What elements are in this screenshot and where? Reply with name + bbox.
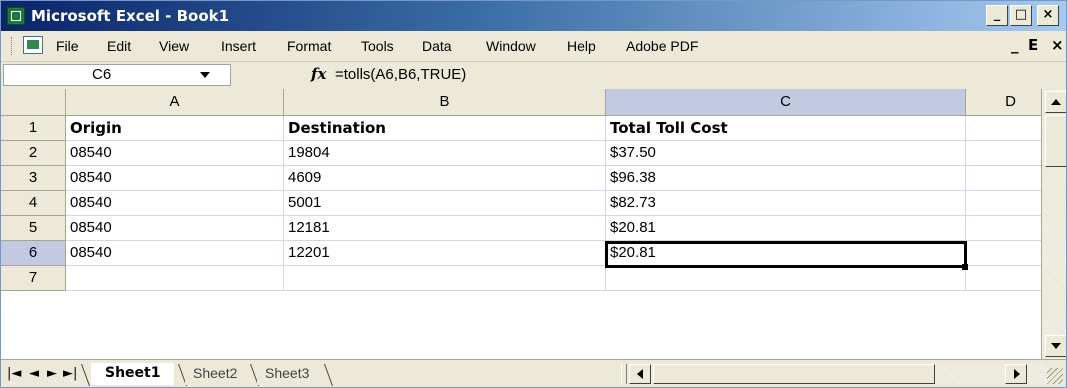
menu-format[interactable]: Format: [287, 37, 331, 55]
next-sheet-icon[interactable]: ►: [47, 366, 57, 382]
menu-view[interactable]: View: [159, 37, 189, 55]
column-header-c[interactable]: C: [606, 89, 966, 116]
vertical-scroll-thumb[interactable]: [1045, 115, 1066, 167]
row-header-7[interactable]: 7: [1, 266, 66, 291]
cell-c4[interactable]: $82.73: [606, 191, 966, 216]
menu-insert[interactable]: Insert: [221, 37, 256, 55]
menu-edit[interactable]: Edit: [107, 37, 131, 55]
tab-sheet3[interactable]: Sheet3: [257, 363, 318, 385]
cell-a4[interactable]: 08540: [66, 191, 284, 216]
maximize-button[interactable]: □: [1010, 5, 1032, 26]
vertical-scrollbar[interactable]: [1041, 89, 1066, 359]
active-cell-outline: [605, 241, 967, 268]
arrow-down-icon: [1051, 343, 1061, 349]
tab-sheet1[interactable]: Sheet1: [91, 363, 175, 385]
sheet-tab-bar: |◄ ◄ ► ►| Sheet1 Sheet2 Sheet3: [1, 359, 1066, 387]
column-header-d[interactable]: D: [966, 89, 1041, 116]
menu-bar: File Edit View Insert Format Tools Data …: [1, 31, 1066, 62]
chevron-down-icon[interactable]: [200, 72, 210, 78]
fill-handle[interactable]: [962, 264, 968, 270]
cell-a1[interactable]: Origin: [66, 116, 284, 141]
resize-grip-icon[interactable]: [1047, 368, 1063, 384]
cell-b6[interactable]: 12201: [284, 241, 606, 266]
cell-a7[interactable]: [66, 266, 284, 291]
horizontal-scrollbar[interactable]: [629, 364, 1049, 384]
doc-minimize-button[interactable]: _: [1011, 36, 1019, 54]
name-box-value: C6: [92, 66, 112, 83]
doc-close-button[interactable]: ×: [1051, 36, 1064, 54]
cell-c3[interactable]: $96.38: [606, 166, 966, 191]
title-bar: Microsoft Excel - Book1 _ □ ×: [1, 1, 1066, 31]
cell-d4[interactable]: [966, 191, 1041, 216]
cell-a6[interactable]: 08540: [66, 241, 284, 266]
arrow-up-icon: [1051, 99, 1061, 105]
cell-d7[interactable]: [966, 266, 1041, 291]
cell-a2[interactable]: 08540: [66, 141, 284, 166]
close-button[interactable]: ×: [1037, 5, 1059, 26]
tab-divider: [80, 364, 91, 386]
menu-window[interactable]: Window: [486, 37, 536, 55]
scroll-down-button[interactable]: [1045, 335, 1066, 357]
row-header-4[interactable]: 4: [1, 191, 66, 216]
cell-d1[interactable]: [966, 116, 1041, 141]
menu-data[interactable]: Data: [422, 37, 452, 55]
cell-b3[interactable]: 4609: [284, 166, 606, 191]
scroll-right-button[interactable]: [1005, 364, 1027, 384]
minimize-button[interactable]: _: [986, 5, 1008, 26]
prev-sheet-icon[interactable]: ◄: [29, 366, 39, 382]
insert-function-icon[interactable]: fx: [311, 65, 326, 83]
name-box[interactable]: C6: [3, 64, 231, 86]
cell-b5[interactable]: 12181: [284, 216, 606, 241]
row-header-6[interactable]: 6: [1, 241, 66, 266]
row-header-3[interactable]: 3: [1, 166, 66, 191]
menu-help[interactable]: Help: [567, 37, 596, 55]
scroll-up-button[interactable]: [1045, 91, 1066, 113]
horizontal-scroll-thumb[interactable]: [653, 364, 935, 384]
row-header-1[interactable]: 1: [1, 116, 66, 141]
formula-bar: C6 fx =tolls(A6,B6,TRUE): [1, 62, 1066, 89]
cell-a5[interactable]: 08540: [66, 216, 284, 241]
arrow-left-icon: [637, 369, 643, 379]
tab-divider: [323, 364, 334, 386]
row-header-2[interactable]: 2: [1, 141, 66, 166]
workbook-icon[interactable]: [23, 36, 43, 54]
window-title: Microsoft Excel - Book1: [31, 7, 230, 25]
cell-d5[interactable]: [966, 216, 1041, 241]
first-sheet-icon[interactable]: |◄: [7, 366, 21, 382]
excel-window: Microsoft Excel - Book1 _ □ × File Edit …: [0, 0, 1067, 388]
column-header-a[interactable]: A: [66, 89, 284, 116]
row-header-5[interactable]: 5: [1, 216, 66, 241]
cell-c2[interactable]: $37.50: [606, 141, 966, 166]
formula-input[interactable]: =tolls(A6,B6,TRUE): [335, 66, 466, 84]
doc-restore-button[interactable]: ⴹ: [1028, 36, 1038, 54]
menu-tools[interactable]: Tools: [361, 37, 394, 55]
tab-split-handle[interactable]: [621, 364, 627, 384]
arrow-right-icon: [1014, 369, 1020, 379]
cell-c7[interactable]: [606, 266, 966, 291]
scroll-left-button[interactable]: [629, 364, 651, 384]
cell-d3[interactable]: [966, 166, 1041, 191]
tab-sheet2[interactable]: Sheet2: [185, 363, 246, 385]
toolbar-grip-icon[interactable]: [11, 37, 15, 55]
cell-d6[interactable]: [966, 241, 1041, 266]
cell-b4[interactable]: 5001: [284, 191, 606, 216]
cell-a3[interactable]: 08540: [66, 166, 284, 191]
cell-d2[interactable]: [966, 141, 1041, 166]
cell-b1[interactable]: Destination: [284, 116, 606, 141]
last-sheet-icon[interactable]: ►|: [63, 366, 77, 382]
menu-file[interactable]: File: [56, 37, 79, 55]
select-all-corner[interactable]: [1, 89, 66, 116]
cell-b7[interactable]: [284, 266, 606, 291]
cell-c5[interactable]: $20.81: [606, 216, 966, 241]
cell-b2[interactable]: 19804: [284, 141, 606, 166]
excel-app-icon[interactable]: [7, 7, 25, 25]
cell-c1[interactable]: Total Toll Cost: [606, 116, 966, 141]
worksheet-grid: A B C D 1 Origin Destination Total Toll …: [1, 89, 1041, 359]
menu-adobe-pdf[interactable]: Adobe PDF: [626, 37, 698, 55]
column-header-b[interactable]: B: [284, 89, 606, 116]
